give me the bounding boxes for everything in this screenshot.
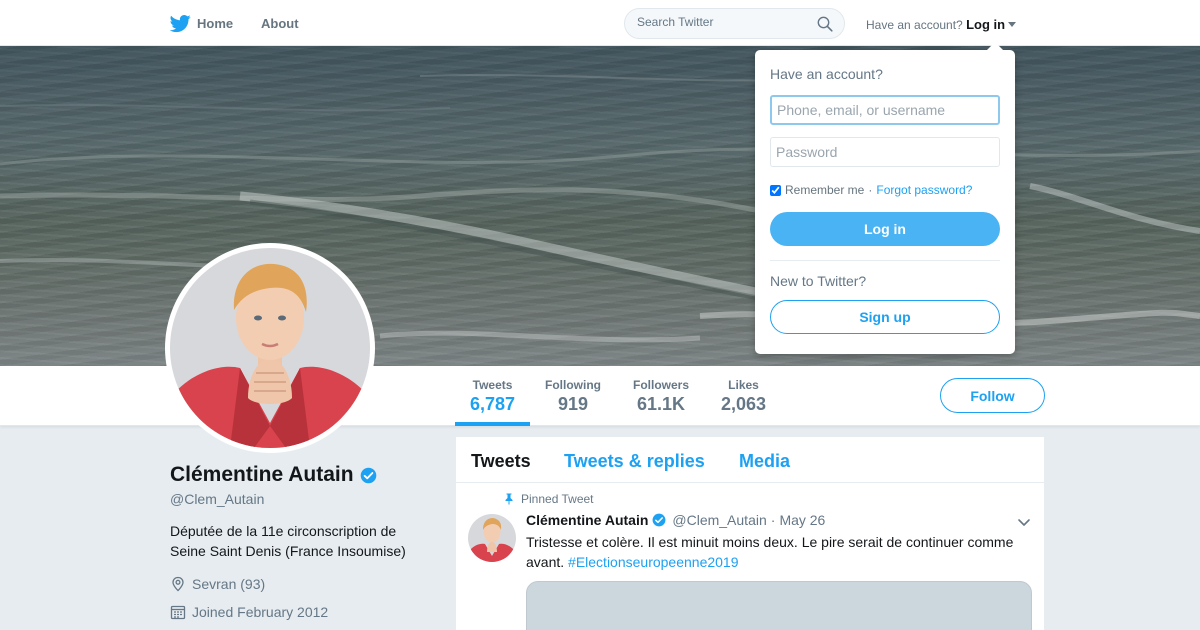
- search-box: [624, 8, 845, 39]
- stat-value: 61.1K: [636, 394, 686, 414]
- timeline: Tweets Tweets & replies Media Pinned Twe…: [456, 437, 1044, 630]
- remember-separator: ·: [868, 183, 873, 197]
- follow-button[interactable]: Follow: [940, 378, 1045, 413]
- dropdown-divider: [770, 260, 1000, 261]
- login-dropdown-toggle[interactable]: Have an account? Log in: [866, 17, 1017, 32]
- timeline-tabs: Tweets Tweets & replies Media: [456, 437, 1044, 483]
- new-to-twitter-text: New to Twitter?: [770, 273, 867, 289]
- signup-button[interactable]: Sign up: [770, 300, 1000, 334]
- tab-tweets-and-replies[interactable]: Tweets & replies: [564, 451, 705, 472]
- tab-media[interactable]: Media: [739, 451, 790, 472]
- caret-down-icon: [1008, 22, 1017, 27]
- stat-value: 6,787: [470, 394, 516, 414]
- profile-name[interactable]: Clémentine Autain: [170, 463, 354, 487]
- search-icon[interactable]: [817, 16, 833, 32]
- stat-label: Likes: [728, 378, 759, 392]
- stat-value: 2,063: [721, 394, 767, 414]
- profile-location-row: Sevran (93): [170, 576, 265, 592]
- calendar-icon: [170, 605, 186, 620]
- dropdown-arrow: [987, 42, 1003, 50]
- pinned-label: Pinned Tweet: [521, 492, 594, 506]
- stat-label: Tweets: [472, 378, 513, 392]
- profile-joined-row: Joined February 2012: [170, 604, 328, 620]
- login-dropdown: Have an account? Remember me · Forgot pa…: [755, 42, 1015, 354]
- pushpin-icon: [505, 493, 513, 505]
- remember-row: Remember me · Forgot password?: [770, 183, 972, 197]
- login-toggle-label: Log in: [966, 17, 1006, 32]
- stat-tweets[interactable]: Tweets 6,787: [470, 378, 515, 415]
- stat-label: Following: [545, 378, 601, 392]
- tweet-hashtag-link[interactable]: #Electionseuropeenne2019: [568, 554, 738, 570]
- tweet-author-handle[interactable]: @Clem_Autain: [672, 512, 766, 528]
- nav-home-link[interactable]: Home: [170, 13, 233, 34]
- password-field[interactable]: [770, 137, 1000, 167]
- remember-me-label[interactable]: Remember me: [785, 183, 864, 197]
- active-stat-indicator: [455, 422, 530, 426]
- profile-name-row: Clémentine Autain: [170, 463, 377, 487]
- remember-me-checkbox[interactable]: [770, 184, 781, 196]
- nav-home-label: Home: [197, 16, 234, 31]
- login-button[interactable]: Log in: [770, 212, 1000, 246]
- twitter-bird-icon: [170, 15, 191, 33]
- stat-label: Followers: [633, 378, 690, 392]
- nav-about-link[interactable]: About: [261, 16, 299, 31]
- pinned-context: Pinned Tweet: [503, 492, 594, 506]
- tweet-author-name[interactable]: Clémentine Autain: [526, 512, 648, 528]
- top-navigation: Home About Have an account? Log in: [0, 0, 1200, 46]
- chevron-down-icon[interactable]: [1016, 514, 1032, 530]
- username-field[interactable]: [770, 95, 1000, 125]
- tab-tweets[interactable]: Tweets: [471, 451, 531, 472]
- tweet-avatar[interactable]: [468, 514, 516, 562]
- map-pin-icon: [172, 576, 184, 592]
- forgot-password-link[interactable]: Forgot password?: [876, 183, 972, 197]
- tweet-separator: ·: [770, 512, 776, 528]
- profile-photo: [170, 248, 370, 448]
- stat-following[interactable]: Following 919: [545, 378, 601, 415]
- tweet-date[interactable]: May 26: [779, 512, 825, 528]
- stat-followers[interactable]: Followers 61.1K: [633, 378, 689, 415]
- search-input[interactable]: [637, 15, 807, 29]
- pinned-tweet[interactable]: Pinned Tweet Clémentine Autain @Clem_Aut…: [456, 484, 1044, 630]
- profile-avatar[interactable]: [165, 243, 375, 453]
- profile-location: Sevran (93): [192, 576, 266, 592]
- profile-bio: Députée de la 11e circonscription de Sei…: [170, 523, 406, 559]
- verified-badge-icon: [360, 467, 376, 483]
- verified-badge-icon: [652, 513, 666, 527]
- dropdown-title: Have an account?: [770, 66, 883, 82]
- have-account-text: Have an account?: [866, 18, 963, 32]
- tweet-media-preview[interactable]: [526, 581, 1032, 630]
- profile-joined: Joined February 2012: [192, 604, 329, 620]
- stat-likes[interactable]: Likes 2,063: [721, 378, 766, 415]
- tweet-header: Clémentine Autain @Clem_Autain · May 26: [526, 512, 825, 528]
- profile-handle[interactable]: @Clem_Autain: [170, 491, 264, 507]
- tweet-text: Tristesse et colère. Il est minuit moins…: [526, 532, 1026, 572]
- tweet-avatar-photo: [468, 514, 516, 562]
- stat-value: 919: [557, 394, 589, 414]
